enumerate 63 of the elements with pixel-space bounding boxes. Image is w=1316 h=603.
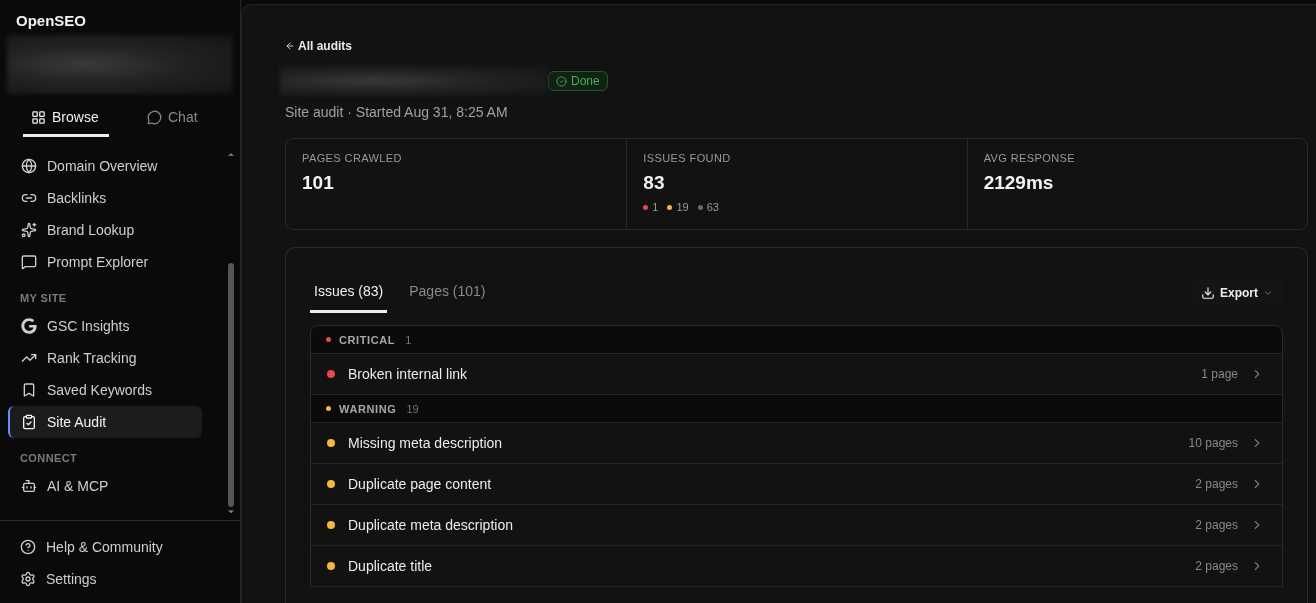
page-count: 10 pages: [1188, 436, 1238, 450]
chat-bubble-icon: [147, 109, 162, 125]
back-link[interactable]: All audits: [285, 39, 352, 53]
severity-count: 1: [652, 201, 659, 213]
chevron-down-icon: [1263, 288, 1273, 298]
severity-count: 19: [676, 201, 689, 213]
issue-title: Duplicate page content: [348, 476, 493, 492]
check-circle-icon: [556, 75, 567, 87]
issue-title: Duplicate meta description: [348, 517, 514, 533]
grid-icon: [31, 109, 46, 125]
severity-label: CRITICAL: [339, 333, 396, 346]
bookmark-icon: [21, 382, 37, 398]
stat-label: ISSUES FOUND: [643, 152, 732, 164]
stat-label: PAGES CRAWLED: [302, 152, 403, 164]
tab[interactable]: Pages (101): [405, 276, 490, 313]
page-count: 2 pages: [1195, 477, 1238, 491]
settings-icon: [20, 571, 36, 587]
sidebar-tab[interactable]: Browse: [23, 102, 109, 137]
issue-row[interactable]: Duplicate title 2 pages: [311, 546, 1282, 587]
issue-title: Broken internal link: [348, 366, 469, 382]
stat-value: 101: [302, 172, 335, 194]
page-count: 2 pages: [1195, 559, 1238, 573]
status-badge: Done: [548, 71, 608, 91]
section-heading: CONNECT: [19, 451, 79, 466]
robot-icon: [21, 478, 37, 494]
page-count: 2 pages: [1195, 518, 1238, 532]
clipboard-check-icon: [21, 414, 37, 430]
section-heading: MY SITE: [19, 291, 68, 306]
stat-value: 2129ms: [983, 172, 1055, 194]
issue-row[interactable]: Missing meta description 10 pages: [311, 423, 1282, 464]
arrow-left-icon: [285, 41, 295, 51]
nav-item[interactable]: Prompt Explorer: [8, 246, 202, 278]
sidebar-tab[interactable]: Chat: [139, 102, 206, 137]
nav-item[interactable]: Rank Tracking: [8, 342, 202, 374]
nav-item[interactable]: Backlinks: [8, 182, 202, 214]
audit-subtitle: Site audit · Started Aug 31, 8:25 AM: [285, 104, 509, 120]
tab[interactable]: Issues (83): [310, 276, 388, 313]
stat-value: 83: [643, 172, 666, 194]
footer-nav-item[interactable]: Settings: [0, 563, 240, 595]
download-icon: [1201, 286, 1215, 300]
app-name: OpenSEO: [15, 11, 87, 31]
nav-item[interactable]: Domain Overview: [8, 150, 202, 182]
sparkles-icon: [21, 222, 37, 238]
google-g-icon: [21, 318, 37, 334]
footer-nav-item[interactable]: Help & Community: [0, 531, 240, 563]
nav-item[interactable]: Brand Lookup: [8, 214, 202, 246]
page-count: 1 page: [1201, 367, 1238, 381]
issue-title: Duplicate title: [348, 558, 434, 574]
severity-count: 1: [405, 333, 412, 346]
scrollbar-thumb[interactable]: [228, 263, 234, 507]
severity-count: 19: [406, 402, 419, 415]
stat-label: AVG RESPONSE: [983, 152, 1077, 164]
severity-label: WARNING: [339, 402, 397, 415]
issue-title: Missing meta description: [348, 435, 504, 451]
issue-row[interactable]: Duplicate meta description 2 pages: [311, 505, 1282, 546]
issue-row[interactable]: Duplicate page content 2 pages: [311, 464, 1282, 505]
nav-item[interactable]: AI & MCP: [8, 470, 202, 502]
globe-icon: [21, 158, 37, 174]
nav-item[interactable]: Site Audit: [8, 406, 202, 438]
severity-count: 63: [706, 201, 719, 213]
help-icon: [20, 539, 36, 555]
nav-item[interactable]: Saved Keywords: [8, 374, 202, 406]
nav-item[interactable]: GSC Insights: [8, 310, 202, 342]
